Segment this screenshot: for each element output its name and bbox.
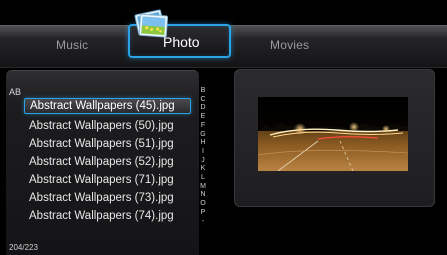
group-label: AB: [9, 87, 22, 97]
alpha-letter-c[interactable]: C: [199, 96, 207, 105]
file-row[interactable]: Abstract Wallpapers (71).jpg: [24, 172, 191, 188]
alpha-letter-o[interactable]: O: [199, 200, 207, 209]
photo-stack-icon: [134, 9, 168, 38]
alpha-letter-j[interactable]: J: [199, 157, 207, 166]
file-row[interactable]: Abstract Wallpapers (50).jpg: [24, 118, 191, 134]
file-row[interactable]: Abstract Wallpapers (52).jpg: [24, 154, 191, 170]
tab-music[interactable]: Music: [56, 38, 88, 52]
item-counter: 204/223: [9, 243, 38, 252]
alpha-letter-e[interactable]: E: [199, 113, 207, 122]
file-row[interactable]: Abstract Wallpapers (73).jpg: [24, 190, 191, 206]
alpha-letter-g[interactable]: G: [199, 131, 207, 140]
alpha-letter-f[interactable]: F: [199, 122, 207, 131]
alpha-letter-dash[interactable]: -: [199, 218, 207, 227]
alpha-letter-d[interactable]: D: [199, 104, 207, 113]
alpha-letter-i[interactable]: I: [199, 148, 207, 157]
file-row[interactable]: Abstract Wallpapers (51).jpg: [24, 136, 191, 152]
file-row[interactable]: Abstract Wallpapers (45).jpg: [24, 98, 191, 114]
alpha-letter-b[interactable]: B: [199, 87, 207, 96]
alpha-letter-l[interactable]: L: [199, 174, 207, 183]
alpha-letter-n[interactable]: N: [199, 191, 207, 200]
alpha-letter-k[interactable]: K: [199, 165, 207, 174]
alpha-letter-p[interactable]: P: [199, 209, 207, 218]
alphabet-index[interactable]: B C D E F G H I J K L M N O P -: [199, 87, 207, 226]
media-browser-screen: Music Movies Photo AB Abstract Wallpaper…: [0, 0, 447, 255]
alpha-letter-m[interactable]: M: [199, 183, 207, 192]
alpha-letter-h[interactable]: H: [199, 139, 207, 148]
photo-preview-image: [258, 97, 408, 171]
tab-movies[interactable]: Movies: [270, 38, 309, 52]
file-row[interactable]: Abstract Wallpapers (74).jpg: [24, 208, 191, 224]
